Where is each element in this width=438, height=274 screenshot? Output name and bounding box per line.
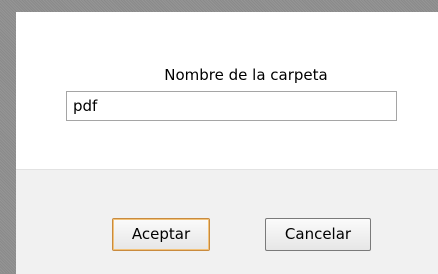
folder-name-input[interactable]: [66, 91, 397, 121]
dialog-body: Nombre de la carpeta: [16, 12, 438, 169]
folder-name-label: Nombre de la carpeta: [164, 66, 328, 84]
dialog-footer: Aceptar Cancelar: [16, 169, 438, 274]
cancel-button[interactable]: Cancelar: [265, 218, 371, 251]
new-folder-dialog: Nombre de la carpeta Aceptar Cancelar: [16, 12, 438, 274]
accept-button[interactable]: Aceptar: [112, 218, 210, 251]
